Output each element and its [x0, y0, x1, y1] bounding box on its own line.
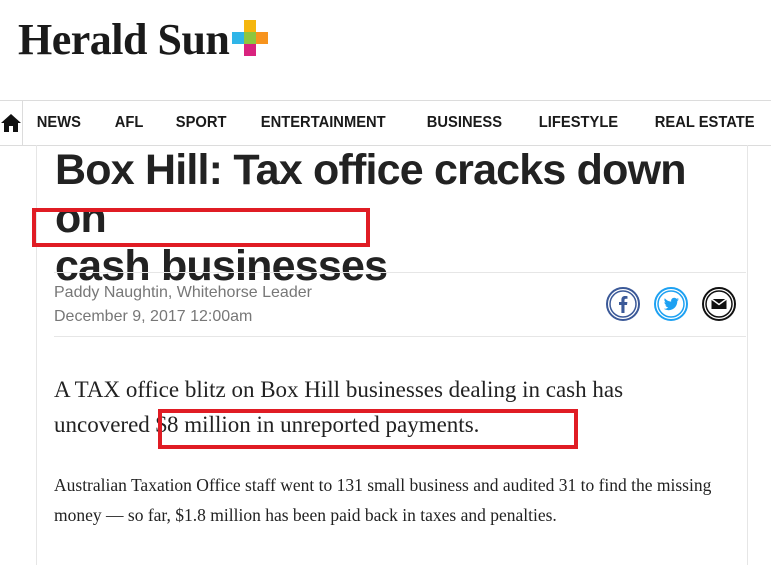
home-icon [1, 114, 21, 132]
twitter-icon [657, 290, 685, 318]
highlight-box-headline [32, 208, 370, 247]
byline: Paddy Naughtin, Whitehorse Leader Decemb… [54, 281, 312, 329]
divider [54, 336, 746, 337]
nav-item-real-estate[interactable]: REAL ESTATE [641, 101, 768, 145]
divider [54, 272, 746, 273]
email-icon [705, 290, 733, 318]
nav-item-sport[interactable]: SPORT [162, 101, 240, 145]
social-share [606, 287, 736, 321]
plus-icon [232, 20, 269, 56]
nav-item-news[interactable]: NEWS [23, 101, 95, 145]
facebook-share-button[interactable] [606, 287, 640, 321]
main-nav: NEWS AFL SPORT ENTERTAINMENT BUSINESS LI… [0, 100, 771, 146]
nav-item-entertainment[interactable]: ENTERTAINMENT [247, 101, 399, 145]
author-name[interactable]: Paddy Naughtin, Whitehorse Leader [54, 281, 312, 305]
nav-item-business[interactable]: BUSINESS [413, 101, 516, 145]
nav-item-lifestyle[interactable]: LIFESTYLE [525, 101, 632, 145]
nav-item-afl[interactable]: AFL [101, 101, 157, 145]
logo-text: Herald Sun [18, 15, 230, 64]
nav-home-button[interactable] [0, 101, 23, 145]
email-share-button[interactable] [702, 287, 736, 321]
facebook-icon [609, 290, 637, 318]
masthead: Herald Sun [0, 0, 771, 100]
publish-date: December 9, 2017 12:00am [54, 308, 253, 325]
standfirst-line-1: A TAX office blitz on Box Hill businesse… [54, 377, 624, 402]
article-body-paragraph: Australian Taxation Office staff went to… [54, 475, 712, 525]
herald-sun-logo[interactable]: Herald Sun [18, 14, 269, 66]
highlight-box-standfirst [158, 409, 578, 449]
twitter-share-button[interactable] [654, 287, 688, 321]
